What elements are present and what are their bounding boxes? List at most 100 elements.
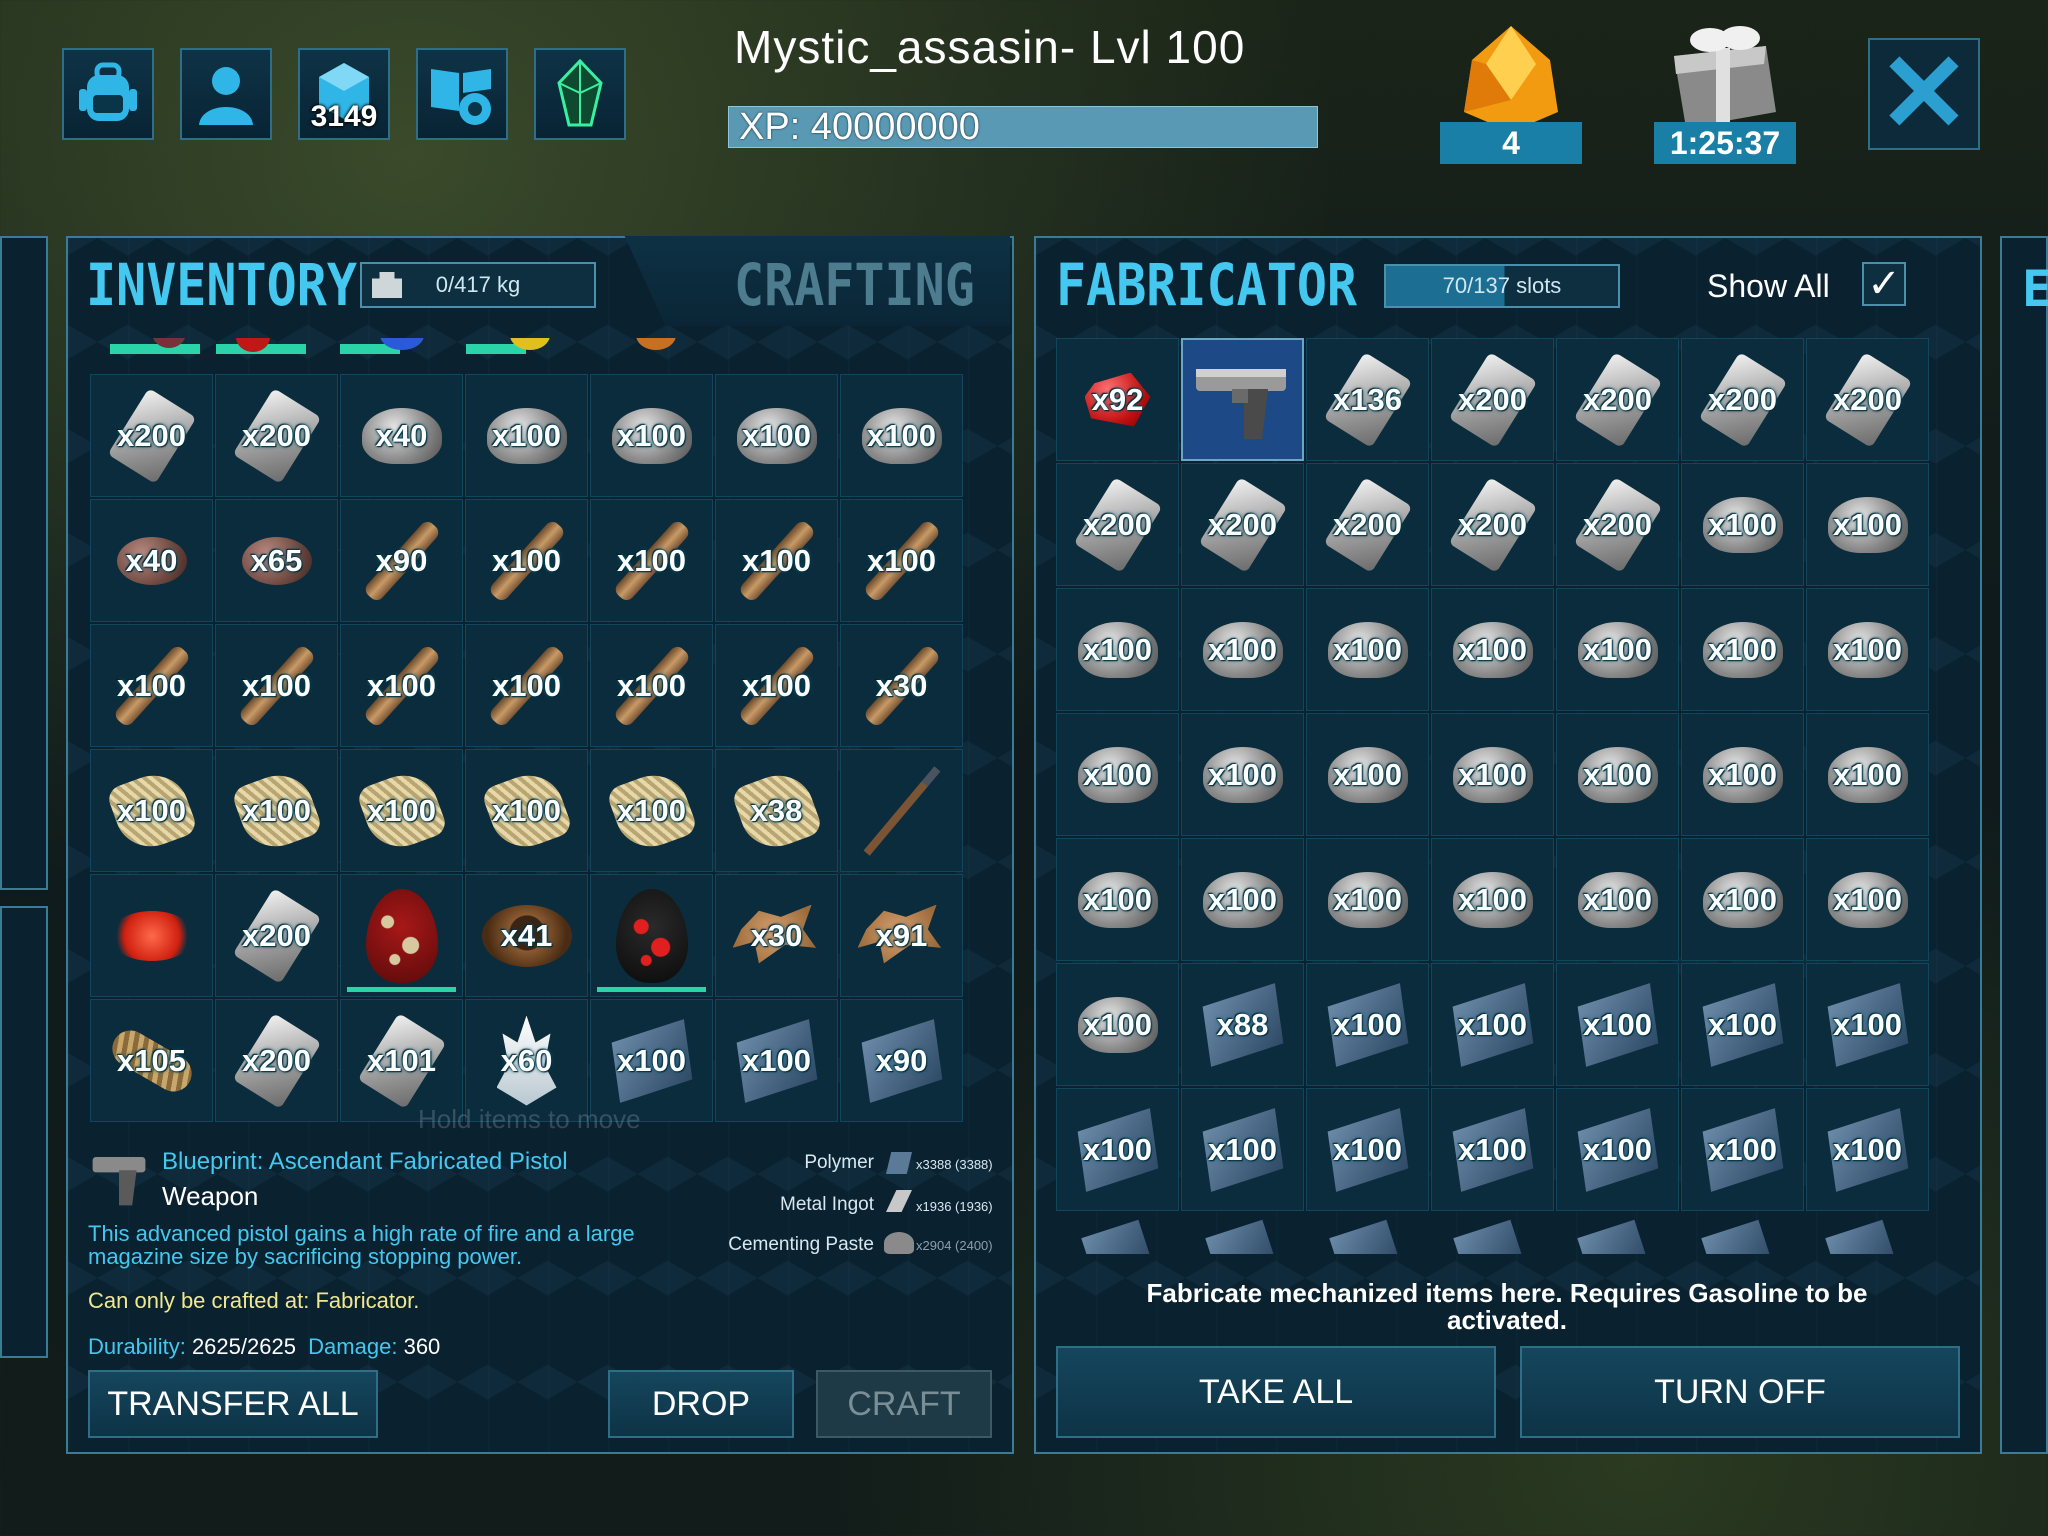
plate-item[interactable] — [1701, 1219, 1771, 1254]
inventory-slot[interactable]: x100 — [1681, 588, 1804, 711]
inventory-slot[interactable]: x100 — [1306, 713, 1429, 836]
inventory-slot[interactable]: x200 — [1056, 463, 1179, 586]
inventory-slot[interactable]: x100 — [1181, 838, 1304, 961]
inventory-slot[interactable]: x100 — [1806, 1088, 1929, 1211]
craft-button[interactable]: CRAFT — [816, 1370, 992, 1438]
close-button[interactable]: ✕ — [1868, 38, 1980, 150]
inventory-slot[interactable]: x100 — [1681, 463, 1804, 586]
inventory-slot[interactable] — [840, 749, 963, 872]
take-all-button[interactable]: TAKE ALL — [1056, 1346, 1496, 1438]
inventory-slot[interactable]: x100 — [340, 624, 463, 747]
tribe-tab-button[interactable] — [534, 48, 626, 140]
crafting-tab-label[interactable]: CRAFTING — [734, 252, 975, 319]
inventory-slot[interactable]: x40 — [90, 499, 213, 622]
seed-item[interactable] — [636, 338, 676, 350]
inventory-slot[interactable]: x88 — [1181, 963, 1304, 1086]
inventory-slot[interactable]: x100 — [1181, 713, 1304, 836]
inventory-slot[interactable]: x38 — [715, 749, 838, 872]
inventory-slot[interactable]: x200 — [1431, 338, 1554, 461]
inventory-slot[interactable]: x200 — [1556, 338, 1679, 461]
inventory-slot[interactable]: x100 — [840, 374, 963, 497]
inventory-slot[interactable]: x100 — [1181, 1088, 1304, 1211]
inventory-slot[interactable]: x30 — [715, 874, 838, 997]
inventory-slot[interactable]: x200 — [215, 999, 338, 1122]
inventory-slot[interactable]: x100 — [1806, 713, 1929, 836]
inventory-slot[interactable]: x136 — [1306, 338, 1429, 461]
inventory-slot[interactable]: x41 — [465, 874, 588, 997]
inventory-slot[interactable]: x100 — [1806, 838, 1929, 961]
drop-button[interactable]: DROP — [608, 1370, 794, 1438]
inventory-slot[interactable]: x200 — [1681, 338, 1804, 461]
inventory-slot[interactable]: x100 — [715, 999, 838, 1122]
character-tab-button[interactable] — [180, 48, 272, 140]
inventory-slot[interactable]: x100 — [1431, 713, 1554, 836]
inventory-slot[interactable]: x100 — [1181, 588, 1304, 711]
inventory-slot[interactable]: x90 — [840, 999, 963, 1122]
inventory-slot[interactable]: x100 — [1431, 1088, 1554, 1211]
inventory-slot[interactable]: x91 — [840, 874, 963, 997]
inventory-slot[interactable]: x100 — [1056, 838, 1179, 961]
plate-item[interactable] — [1205, 1219, 1275, 1254]
inventory-slot[interactable]: x100 — [465, 499, 588, 622]
inventory-slot[interactable]: x100 — [1681, 1088, 1804, 1211]
inventory-slot[interactable]: x100 — [590, 624, 713, 747]
inventory-slot[interactable]: x105 — [90, 999, 213, 1122]
transfer-all-button[interactable]: TRANSFER ALL — [88, 1370, 378, 1438]
inventory-slot[interactable]: x200 — [90, 374, 213, 497]
plate-item[interactable] — [1825, 1219, 1895, 1254]
inventory-slot[interactable]: x100 — [1056, 1088, 1179, 1211]
inventory-slot[interactable]: x100 — [1306, 963, 1429, 1086]
inventory-slot[interactable]: x200 — [215, 374, 338, 497]
plate-item[interactable] — [1081, 1219, 1151, 1254]
options-tab-button[interactable] — [416, 48, 508, 140]
inventory-slot[interactable]: x40 — [340, 374, 463, 497]
inventory-slot[interactable]: x100 — [590, 749, 713, 872]
inventory-slot[interactable]: x200 — [1556, 463, 1679, 586]
inventory-slot[interactable]: x100 — [1056, 963, 1179, 1086]
inventory-slot[interactable]: x100 — [90, 624, 213, 747]
plate-item[interactable] — [1453, 1219, 1523, 1254]
engrams-tab-button[interactable]: 3149 — [298, 48, 390, 140]
inventory-slot[interactable]: x90 — [340, 499, 463, 622]
inventory-slot[interactable]: x100 — [465, 624, 588, 747]
inventory-slot[interactable]: x100 — [1681, 963, 1804, 1086]
inventory-slot[interactable]: x100 — [1556, 713, 1679, 836]
inventory-slot[interactable]: x100 — [215, 749, 338, 872]
inventory-slot[interactable]: x100 — [840, 499, 963, 622]
inventory-slot[interactable]: x200 — [215, 874, 338, 997]
inventory-slot[interactable]: x100 — [1556, 1088, 1679, 1211]
inventory-slot[interactable]: x100 — [1556, 838, 1679, 961]
inventory-slot[interactable]: x100 — [1806, 963, 1929, 1086]
inventory-slot[interactable]: x200 — [1306, 463, 1429, 586]
inventory-slot[interactable]: x100 — [1556, 588, 1679, 711]
inventory-slot[interactable]: x100 — [465, 374, 588, 497]
inventory-slot[interactable]: x100 — [1306, 588, 1429, 711]
inventory-slot[interactable]: x100 — [90, 749, 213, 872]
inventory-slot[interactable]: x100 — [1806, 463, 1929, 586]
inventory-slot[interactable]: x100 — [1431, 963, 1554, 1086]
inventory-slot[interactable]: x100 — [1431, 838, 1554, 961]
inventory-slot[interactable]: x200 — [1181, 463, 1304, 586]
inventory-slot[interactable]: x30 — [840, 624, 963, 747]
inventory-slot[interactable]: x100 — [1306, 838, 1429, 961]
inventory-slot[interactable] — [340, 874, 463, 997]
inventory-slot[interactable]: x100 — [465, 749, 588, 872]
inventory-slot[interactable]: x100 — [715, 374, 838, 497]
inventory-slot[interactable]: x100 — [1681, 838, 1804, 961]
inventory-slot[interactable]: x100 — [715, 499, 838, 622]
inventory-slot[interactable]: x100 — [1056, 713, 1179, 836]
inventory-slot[interactable]: x100 — [715, 624, 838, 747]
show-all-checkbox[interactable]: ✓ — [1862, 262, 1906, 306]
inventory-slot[interactable]: x100 — [1556, 963, 1679, 1086]
inventory-slot[interactable] — [1181, 338, 1304, 461]
premium-resource[interactable]: 4 — [1440, 20, 1582, 164]
inventory-slot[interactable]: x100 — [340, 749, 463, 872]
turn-off-button[interactable]: TURN OFF — [1520, 1346, 1960, 1438]
inventory-slot[interactable]: x200 — [1806, 338, 1929, 461]
inventory-slot[interactable] — [590, 874, 713, 997]
inventory-slot[interactable]: x100 — [1056, 588, 1179, 711]
inventory-slot[interactable]: x100 — [215, 624, 338, 747]
gift-box[interactable]: 1:25:37 — [1654, 20, 1796, 164]
inventory-slot[interactable] — [90, 874, 213, 997]
inventory-slot[interactable]: x200 — [1431, 463, 1554, 586]
